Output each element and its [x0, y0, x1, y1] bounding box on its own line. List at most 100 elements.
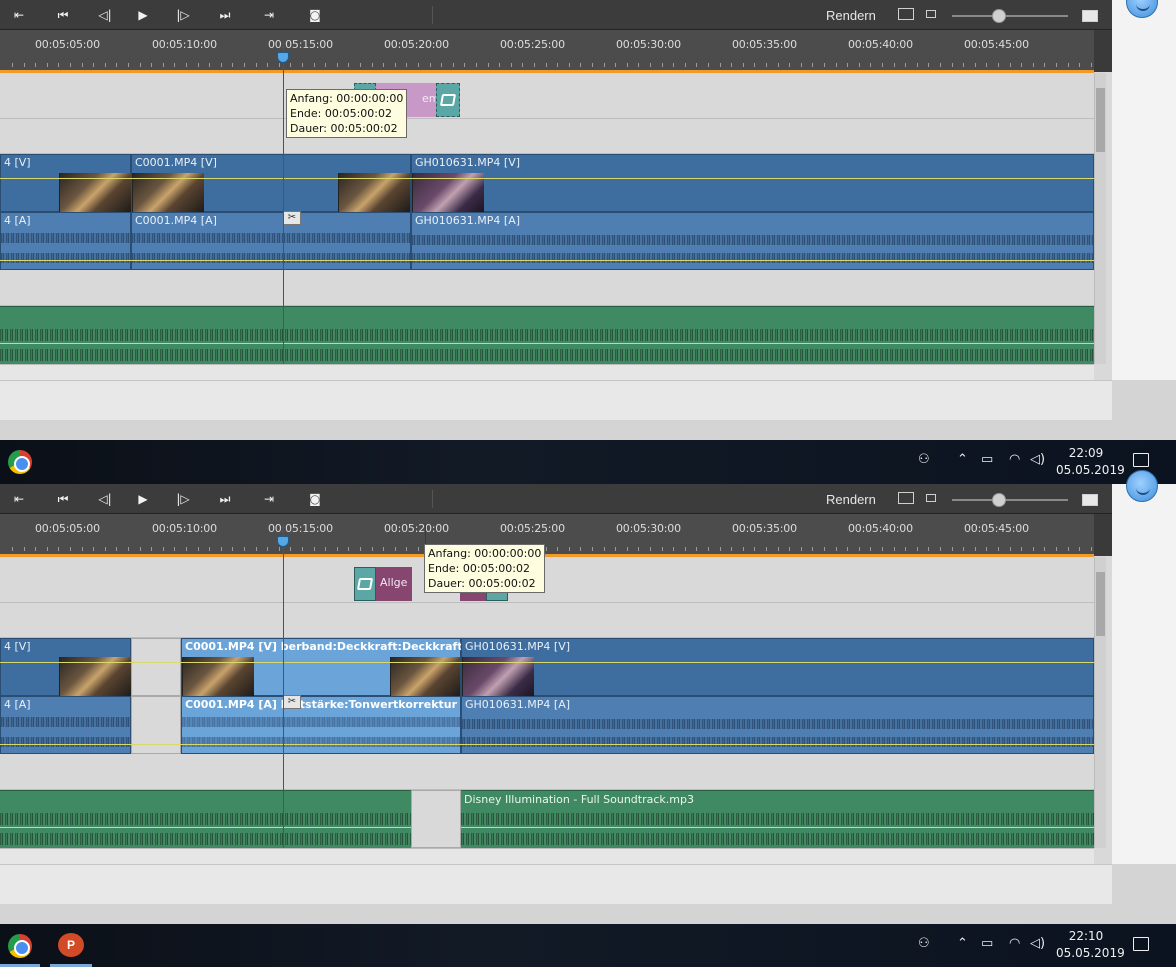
empty-track[interactable] [0, 754, 1094, 790]
audio-clip[interactable]: GH010631.MP4 [A] [411, 212, 1094, 270]
audio-clip[interactable]: C0001.MP4 [A] [131, 212, 411, 270]
ruler-tick: 00:05:35:00 [732, 522, 797, 535]
chevron-up-icon[interactable]: ⌃ [957, 936, 968, 951]
opacity-line[interactable] [0, 662, 1094, 663]
to-end-icon[interactable]: ⇥ [256, 4, 282, 26]
chevron-up-icon[interactable]: ⌃ [957, 452, 968, 467]
video-clip[interactable]: 4 [V] [0, 638, 131, 697]
volume-icon[interactable]: ◁) [1030, 452, 1045, 467]
battery-icon[interactable]: ▭ [981, 452, 993, 467]
ruler-minor-tick [743, 63, 744, 67]
empty-track[interactable] [0, 603, 1094, 638]
step-forward-icon[interactable]: |▷ [170, 4, 196, 26]
wifi-icon[interactable]: ◠ [1009, 452, 1020, 467]
volume-line[interactable] [0, 260, 1094, 261]
title-clip[interactable]: Allge [376, 567, 412, 601]
snapshot-icon[interactable]: ◙ [302, 488, 328, 510]
opacity-line[interactable] [0, 178, 1094, 179]
play-icon[interactable]: ▶ [130, 488, 156, 510]
zoom-out-icon[interactable] [926, 10, 936, 18]
playhead-line[interactable] [283, 524, 284, 848]
volume-line[interactable] [0, 744, 1094, 745]
step-back-icon[interactable]: ◁| [92, 4, 118, 26]
horizontal-scrollbar[interactable] [0, 364, 1094, 380]
step-forward-icon[interactable]: |▷ [170, 488, 196, 510]
scissors-icon[interactable]: ✂ [283, 695, 301, 709]
volume-line[interactable] [461, 827, 1094, 828]
audio-clip[interactable]: 4 [A] [0, 696, 131, 754]
timeline-ruler[interactable]: 00:05:05:00 00:05:10:00 00:05:15:00 00:0… [0, 30, 1112, 72]
music-clip[interactable] [0, 790, 411, 848]
smiley-icon[interactable] [1126, 470, 1158, 502]
playhead-line[interactable] [283, 40, 284, 364]
title-track[interactable]: emei [0, 73, 1094, 119]
audio-clip[interactable]: GH010631.MP4 [A] [461, 696, 1094, 754]
render-button[interactable]: Rendern [826, 8, 876, 23]
video-track[interactable]: 4 [V] C0001.MP4 [V] GH010631.MP4 [V] [0, 154, 1094, 213]
skip-forward-icon[interactable]: ⏭ [212, 4, 238, 26]
timeline-gap[interactable] [411, 790, 461, 848]
vertical-scroll-thumb[interactable] [1096, 572, 1105, 636]
zoom-slider-track[interactable] [952, 15, 1068, 17]
zoom-slider-track[interactable] [952, 499, 1068, 501]
video-track[interactable]: 4 [V] C0001.MP4 [V] berband:Deckkraft:De… [0, 638, 1094, 697]
people-icon[interactable]: ⚇ [918, 452, 930, 467]
horizontal-scrollbar[interactable] [0, 848, 1094, 864]
to-start-icon[interactable]: ⇤ [6, 4, 32, 26]
battery-icon[interactable]: ▭ [981, 936, 993, 951]
ruler-minor-tick [870, 547, 871, 551]
video-clip-selected[interactable]: C0001.MP4 [V] berband:Deckkraft:Deckkraf… [181, 638, 463, 697]
empty-track[interactable] [0, 270, 1094, 306]
audio-track[interactable]: 4 [A] C0001.MP4 [A] GH010631.MP4 [A] [0, 212, 1094, 270]
chrome-icon[interactable] [8, 934, 32, 958]
vertical-scroll-thumb[interactable] [1096, 88, 1105, 152]
scissors-icon[interactable]: ✂ [283, 211, 301, 225]
volume-icon[interactable]: ◁) [1030, 936, 1045, 951]
snapshot-icon[interactable]: ◙ [302, 4, 328, 26]
video-clip[interactable]: GH010631.MP4 [V] [461, 638, 1094, 697]
timeline-gap[interactable] [131, 696, 181, 754]
skip-forward-icon[interactable]: ⏭ [212, 488, 238, 510]
fit-icon[interactable] [898, 8, 914, 20]
skip-back-icon[interactable]: ⏮ [50, 4, 76, 26]
title-track[interactable]: Allge [0, 557, 1094, 603]
smiley-icon[interactable] [1126, 0, 1158, 18]
audio-clip-selected[interactable]: C0001.MP4 [A] lautstärke:Tonwertkorrektu… [181, 696, 461, 754]
video-clip[interactable]: 4 [V] [0, 154, 131, 213]
zoom-in-icon[interactable] [1082, 10, 1098, 22]
zoom-in-icon[interactable] [1082, 494, 1098, 506]
music-clip-label: Disney Illumination - Full Soundtrack.mp… [464, 793, 694, 806]
title-transition[interactable] [436, 83, 460, 117]
notification-icon[interactable] [1133, 937, 1149, 951]
play-icon[interactable]: ▶ [130, 4, 156, 26]
audio-track[interactable]: 4 [A] C0001.MP4 [A] lautstärke:Tonwertko… [0, 696, 1094, 754]
skip-back-icon[interactable]: ⏮ [50, 488, 76, 510]
video-clip[interactable]: C0001.MP4 [V] [131, 154, 411, 213]
timeline-gap[interactable] [131, 638, 181, 696]
people-icon[interactable]: ⚇ [918, 936, 930, 951]
fit-icon[interactable] [898, 492, 914, 504]
ruler-minor-tick [163, 547, 164, 551]
music-clip[interactable] [0, 306, 1094, 364]
zoom-out-icon[interactable] [926, 494, 936, 502]
wifi-icon[interactable]: ◠ [1009, 936, 1020, 951]
audio-clip[interactable]: 4 [A] [0, 212, 131, 270]
volume-line[interactable] [0, 827, 411, 828]
volume-line[interactable] [0, 343, 1094, 344]
to-start-icon[interactable]: ⇤ [6, 488, 32, 510]
empty-track[interactable] [0, 119, 1094, 154]
to-end-icon[interactable]: ⇥ [256, 488, 282, 510]
clock[interactable]: 22:09 05.05.2019 [1056, 445, 1125, 479]
title-transition[interactable] [354, 567, 376, 601]
music-clip[interactable]: Disney Illumination - Full Soundtrack.mp… [461, 790, 1094, 848]
powerpoint-icon[interactable]: P [58, 933, 84, 957]
zoom-slider-knob[interactable] [992, 493, 1006, 507]
step-back-icon[interactable]: ◁| [92, 488, 118, 510]
timeline-ruler[interactable]: 00:05:05:00 00:05:10:00 00:05:15:00 00:0… [0, 514, 1112, 556]
clock[interactable]: 22:10 05.05.2019 [1056, 928, 1125, 962]
zoom-slider-knob[interactable] [992, 9, 1006, 23]
render-button[interactable]: Rendern [826, 492, 876, 507]
video-clip[interactable]: GH010631.MP4 [V] [411, 154, 1094, 213]
chrome-icon[interactable] [8, 450, 32, 474]
notification-icon[interactable] [1133, 453, 1149, 467]
